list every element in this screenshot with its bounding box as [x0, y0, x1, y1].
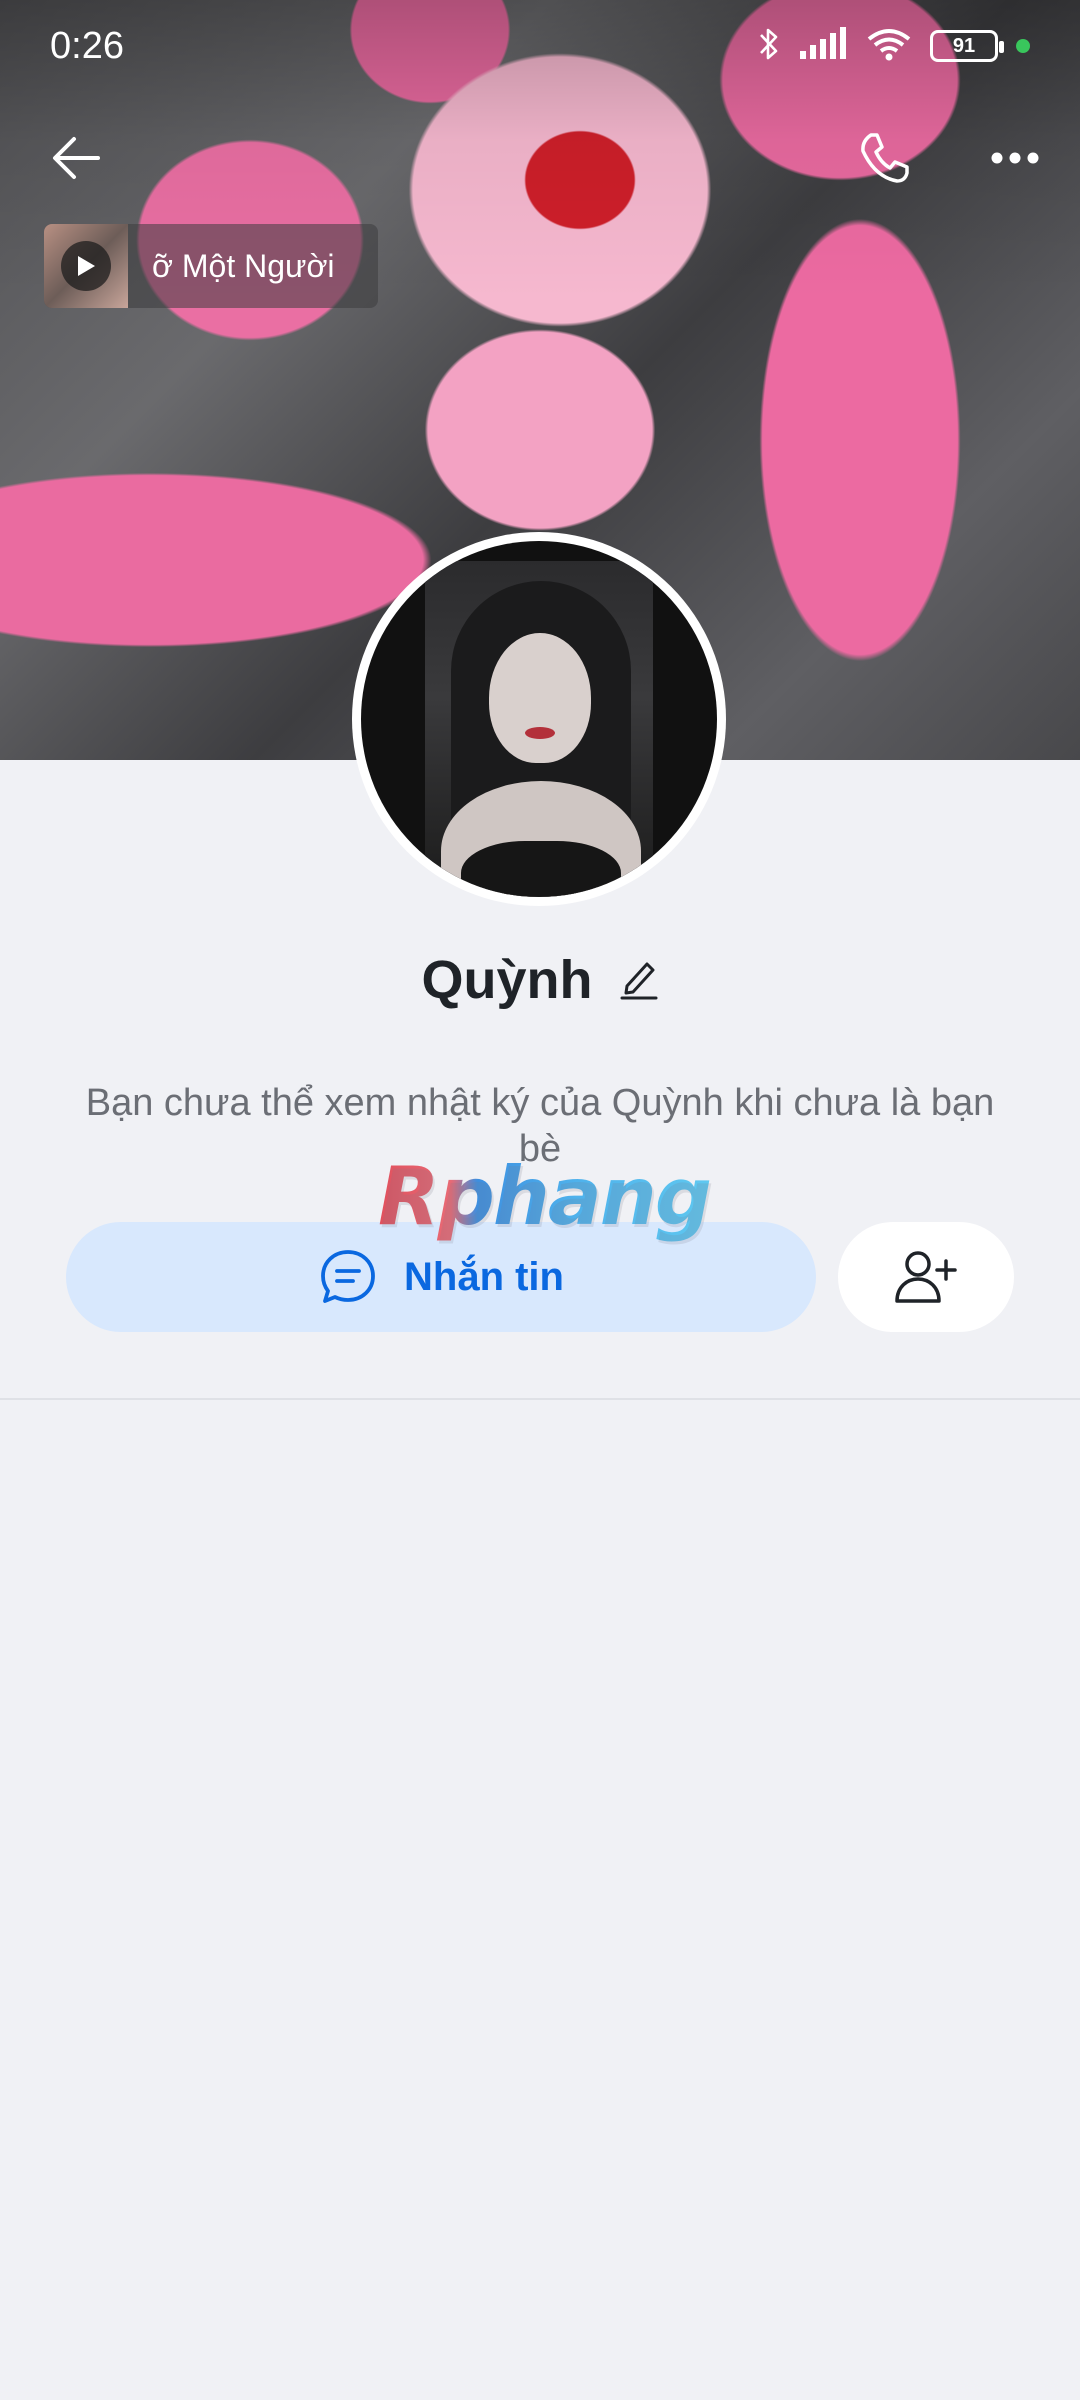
more-dots-icon — [991, 152, 1039, 164]
message-button-label: Nhắn tin — [404, 1254, 564, 1299]
battery-level: 91 — [952, 34, 976, 57]
back-arrow-icon — [53, 137, 100, 179]
watermark-logo: Rphang — [378, 1150, 712, 1243]
avatar[interactable] — [352, 532, 726, 906]
music-title: ỡ Một Người — [152, 247, 335, 284]
music-thumbnail — [44, 224, 128, 308]
wifi-icon — [866, 27, 912, 66]
play-button[interactable] — [61, 241, 111, 291]
section-divider — [0, 1398, 1080, 1400]
edit-pencil-icon — [620, 962, 657, 999]
status-icons: 91 — [758, 25, 1030, 68]
add-friend-button[interactable] — [838, 1222, 1014, 1332]
avatar-photo — [361, 541, 717, 897]
battery-icon: 91 — [930, 30, 1004, 62]
more-options-button[interactable] — [975, 118, 1055, 198]
status-bar: 0:26 91 — [0, 0, 1080, 92]
signal-icon — [798, 26, 848, 66]
call-button[interactable] — [844, 118, 924, 198]
edit-name-button[interactable] — [619, 956, 659, 1005]
back-button[interactable] — [36, 118, 116, 198]
active-dot-icon — [1016, 39, 1030, 53]
phone-icon — [861, 133, 909, 183]
profile-music-chip[interactable]: ỡ Một Người — [44, 224, 378, 308]
status-time: 0:26 — [50, 24, 124, 67]
top-nav — [0, 110, 1080, 210]
add-friend-icon — [895, 1251, 957, 1303]
bluetooth-icon — [758, 25, 780, 68]
profile-screen: 0:26 91 ỡ Một Người Quỳnh Bạn chưa thể x… — [0, 0, 1080, 2400]
play-icon — [78, 256, 95, 276]
name-row: Quỳnh — [0, 940, 1080, 1020]
profile-name: Quỳnh — [421, 950, 593, 1010]
chat-bubble-icon — [321, 1250, 375, 1303]
